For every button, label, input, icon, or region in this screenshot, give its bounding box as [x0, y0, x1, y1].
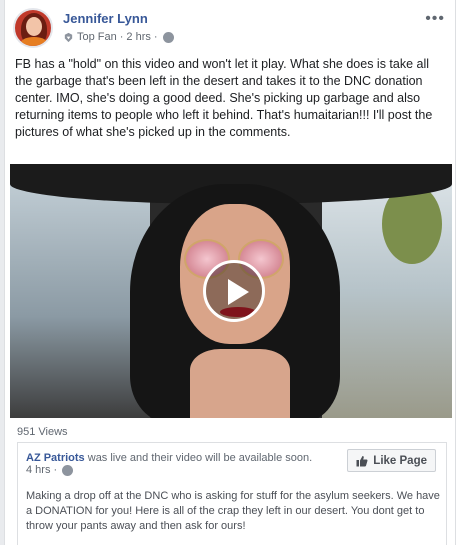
globe-icon [162, 31, 174, 43]
top-fan-badge-icon [64, 32, 73, 42]
shared-status: was live and their video will be availab… [87, 452, 313, 464]
shared-post: AZ Patriots was live and their video wil… [17, 442, 447, 545]
shared-page-name[interactable]: AZ Patriots [26, 452, 85, 464]
author-avatar[interactable] [13, 8, 53, 48]
shared-meta-separator: · [53, 464, 58, 476]
post-header: Jennifer Lynn Top Fan · 2 hrs · ••• [13, 8, 449, 48]
meta-separator: · [119, 31, 124, 43]
view-count: 951 Views [17, 426, 68, 438]
author-name[interactable]: Jennifer Lynn [63, 11, 148, 26]
post-meta: Top Fan · 2 hrs · [63, 31, 174, 43]
meta-separator-2: · [153, 31, 158, 43]
shared-status-line: AZ Patriots was live and their video wil… [26, 452, 346, 464]
video-window-right [322, 164, 452, 418]
avatar-face [26, 17, 42, 36]
shared-meta: 4 hrs · [26, 464, 74, 476]
shared-time[interactable]: 4 hrs [26, 464, 50, 476]
like-page-label: Like Page [373, 454, 427, 467]
post-text: FB has a "hold" on this video and won't … [15, 57, 433, 139]
video-window-left [10, 164, 150, 418]
more-options-icon[interactable]: ••• [425, 10, 445, 28]
shared-text: Making a drop off at the DNC who is aski… [26, 490, 440, 532]
shared-globe-icon [62, 464, 74, 476]
top-fan-label[interactable]: Top Fan [77, 31, 117, 43]
like-page-button[interactable]: Like Page [347, 449, 436, 472]
avatar-shirt [20, 37, 48, 46]
post-card: Jennifer Lynn Top Fan · 2 hrs · ••• FB h… [4, 0, 456, 545]
play-button-icon[interactable] [203, 260, 265, 322]
thumbs-up-icon [356, 455, 368, 466]
video-player[interactable] [10, 164, 452, 418]
post-time[interactable]: 2 hrs [126, 31, 150, 43]
video-person-shirt [190, 349, 290, 418]
